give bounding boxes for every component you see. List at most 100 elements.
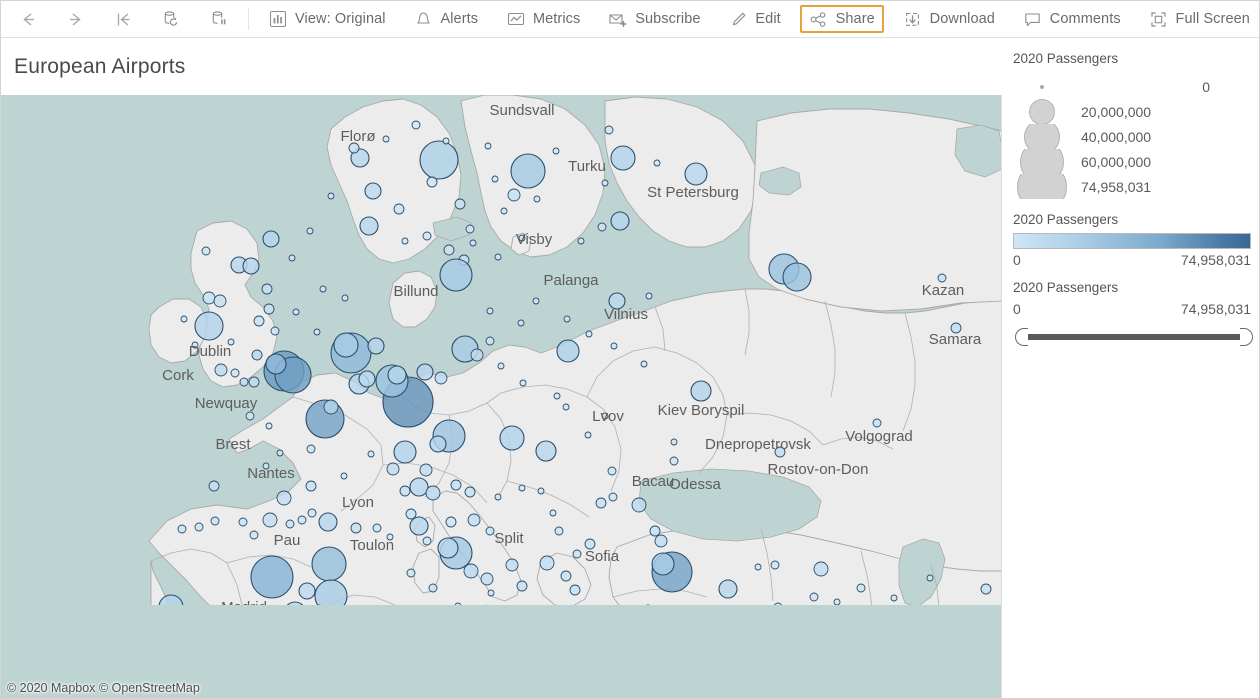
airport-bubble[interactable] <box>770 560 780 570</box>
airport-bubble[interactable] <box>494 493 502 501</box>
airport-bubble[interactable] <box>434 371 448 385</box>
airport-bubble[interactable] <box>563 315 571 323</box>
airport-bubble[interactable] <box>809 592 819 602</box>
airport-bubble[interactable] <box>669 456 679 466</box>
airport-bubble[interactable] <box>881 658 887 664</box>
comments-button[interactable]: Comments <box>1014 5 1130 33</box>
airport-bubble[interactable] <box>690 380 712 402</box>
airport-bubble[interactable] <box>610 145 636 171</box>
airport-bubble[interactable] <box>428 583 438 593</box>
airport-bubble[interactable] <box>288 254 296 262</box>
airport-bubble[interactable] <box>878 654 884 660</box>
slider-handle-min[interactable] <box>1015 328 1028 346</box>
airport-bubble[interactable] <box>245 665 251 671</box>
metrics-button[interactable]: Metrics <box>497 5 589 33</box>
size-legend-row[interactable]: 20,000,000 <box>1013 99 1257 124</box>
airport-bubble[interactable] <box>833 598 841 605</box>
airport-bubble[interactable] <box>250 555 294 599</box>
airport-bubble[interactable] <box>270 326 280 336</box>
pause-button[interactable] <box>200 5 238 33</box>
airport-bubble[interactable] <box>393 203 405 215</box>
airport-bubble[interactable] <box>774 602 782 611</box>
airport-bubble[interactable] <box>276 449 284 457</box>
airport-bubble[interactable] <box>411 120 421 130</box>
airport-bubble[interactable] <box>409 477 429 497</box>
airport-bubble[interactable] <box>604 623 616 635</box>
slider-handle-max[interactable] <box>1240 328 1253 346</box>
airport-bubble[interactable] <box>694 608 702 616</box>
airport-bubble[interactable] <box>350 522 362 534</box>
view-original-button[interactable]: View: Original <box>259 5 395 33</box>
airport-bubble[interactable] <box>507 188 521 202</box>
airport-bubble[interactable] <box>683 607 691 615</box>
airport-bubble[interactable] <box>454 198 466 210</box>
airport-bubble[interactable] <box>510 153 546 189</box>
airport-bubble[interactable] <box>569 584 581 596</box>
airport-bubble[interactable] <box>532 297 540 305</box>
airport-bubble[interactable] <box>640 360 648 368</box>
airport-bubble[interactable] <box>759 608 765 614</box>
airport-bubble[interactable] <box>238 517 248 527</box>
airport-bubble[interactable] <box>422 536 432 546</box>
airport-bubble[interactable] <box>382 135 390 143</box>
airport-bubble[interactable] <box>645 292 653 300</box>
airport-bubble[interactable] <box>262 230 280 248</box>
airport-bubble[interactable] <box>562 403 570 411</box>
airport-bubble[interactable] <box>341 294 349 302</box>
airport-bubble[interactable] <box>553 392 561 400</box>
airport-bubble[interactable] <box>491 175 499 183</box>
airport-bubble[interactable] <box>194 311 224 341</box>
airport-bubble[interactable] <box>212 644 222 654</box>
airport-bubble[interactable] <box>494 253 502 261</box>
airport-bubble[interactable] <box>201 246 211 256</box>
airport-bubble[interactable] <box>588 612 606 630</box>
airport-bubble[interactable] <box>327 192 335 200</box>
airport-bubble[interactable] <box>251 349 263 361</box>
airport-bubble[interactable] <box>577 237 585 245</box>
airport-bubble[interactable] <box>409 516 429 536</box>
airport-bubble[interactable] <box>610 342 618 350</box>
airport-bubble[interactable] <box>364 182 382 200</box>
airport-bubble[interactable] <box>276 490 292 506</box>
airport-bubble[interactable] <box>311 546 347 582</box>
airport-bubble[interactable] <box>444 638 450 644</box>
airport-bubble[interactable] <box>158 594 184 619</box>
airport-bubble[interactable] <box>480 572 494 586</box>
airport-bubble[interactable] <box>393 440 417 464</box>
airport-bubble[interactable] <box>205 625 217 637</box>
airport-bubble[interactable] <box>603 675 611 683</box>
airport-bubble[interactable] <box>654 534 668 548</box>
airport-bubble[interactable] <box>469 239 477 247</box>
airport-bubble[interactable] <box>425 485 441 501</box>
airport-bubble[interactable] <box>406 568 416 578</box>
airport-bubble[interactable] <box>607 466 617 476</box>
airport-bubble[interactable] <box>718 579 738 599</box>
size-legend[interactable]: 0 20,000,000 40,000,000 60,000,000 74,958,03… <box>1013 72 1251 206</box>
edit-button[interactable]: Edit <box>719 5 789 33</box>
airport-bubble[interactable] <box>595 497 607 509</box>
airport-bubble[interactable] <box>315 604 323 613</box>
airport-bubble[interactable] <box>604 125 614 135</box>
airport-bubble[interactable] <box>684 162 708 186</box>
airport-bubble[interactable] <box>297 515 307 525</box>
airport-bubble[interactable] <box>464 486 476 498</box>
refresh-button[interactable] <box>152 5 190 33</box>
airport-bubble[interactable] <box>649 525 661 537</box>
airport-bubble[interactable] <box>782 262 812 292</box>
back-button[interactable] <box>9 5 47 33</box>
airport-bubble[interactable] <box>486 307 494 315</box>
airport-bubble[interactable] <box>358 370 376 388</box>
airport-bubble[interactable] <box>653 159 661 167</box>
airport-bubble[interactable] <box>625 668 633 676</box>
airport-bubble[interactable] <box>177 524 187 534</box>
range-slider[interactable] <box>1013 326 1253 348</box>
airport-bubble[interactable] <box>245 411 255 421</box>
airport-bubble[interactable] <box>497 362 505 370</box>
airport-bubble[interactable] <box>517 319 525 327</box>
airport-bubble[interactable] <box>560 570 572 582</box>
airport-bubble[interactable] <box>643 604 653 615</box>
airport-bubble[interactable] <box>505 558 519 572</box>
airport-bubble[interactable] <box>822 608 832 618</box>
airport-bubble[interactable] <box>367 337 385 355</box>
airport-bubble[interactable] <box>202 291 216 305</box>
